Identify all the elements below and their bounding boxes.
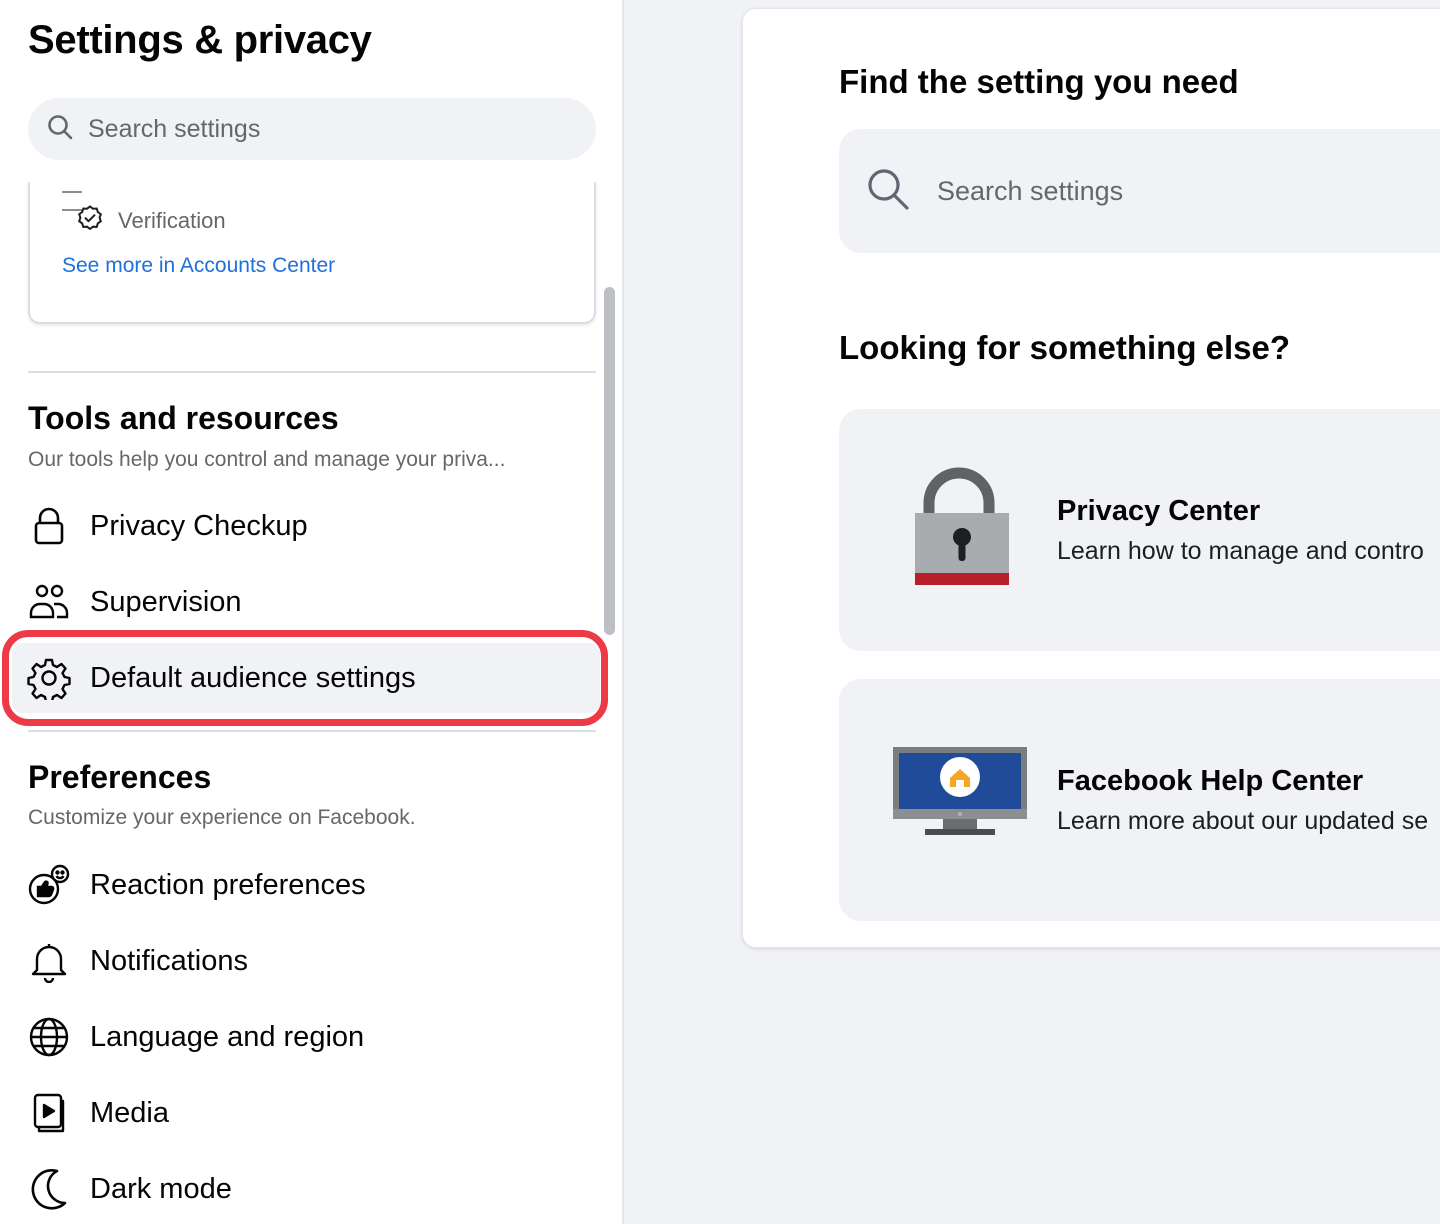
nav-item-default-audience-settings[interactable]: Default audience settings: [12, 643, 600, 713]
accounts-center-card: Verification See more in Accounts Center: [28, 182, 596, 324]
nav-item-dark-mode[interactable]: Dark mode: [12, 1154, 600, 1224]
settings-sidebar: Settings & privacy Search settings Verif…: [0, 0, 624, 1224]
reaction-icon: [26, 862, 72, 908]
section-divider: [28, 730, 596, 732]
nav-label: Reaction preferences: [90, 868, 366, 901]
lock-icon: [26, 503, 72, 549]
nav-label: Supervision: [90, 585, 242, 618]
verification-item[interactable]: Verification: [62, 204, 226, 238]
nav-item-supervision[interactable]: Supervision: [12, 567, 600, 637]
sidebar-search-input[interactable]: Search settings: [28, 98, 596, 160]
help-center-card[interactable]: Facebook Help Center Learn more about ou…: [839, 679, 1440, 921]
monitor-home-illustration-icon: [891, 745, 1029, 844]
preferences-subtitle: Customize your experience on Facebook.: [28, 806, 416, 829]
verified-badge-icon: [76, 204, 104, 238]
nav-label: Notifications: [90, 944, 248, 977]
bell-icon: [26, 938, 72, 984]
search-placeholder: Search settings: [937, 175, 1124, 206]
main-search-input[interactable]: Search settings: [839, 129, 1440, 253]
search-icon: [865, 166, 911, 217]
tools-subtitle: Our tools help you control and manage yo…: [28, 448, 506, 471]
see-more-accounts-center-link[interactable]: See more in Accounts Center: [62, 254, 335, 278]
people-icon: [26, 579, 72, 625]
nav-item-reaction-preferences[interactable]: Reaction preferences: [12, 850, 600, 920]
nav-item-media[interactable]: Media: [12, 1078, 600, 1148]
privacy-center-card[interactable]: Privacy Center Learn how to manage and c…: [839, 409, 1440, 651]
nav-item-notifications[interactable]: Notifications: [12, 926, 600, 996]
find-setting-heading: Find the setting you need: [839, 63, 1239, 100]
gear-icon: [26, 655, 72, 701]
nav-item-privacy-checkup[interactable]: Privacy Checkup: [12, 491, 600, 561]
nav-label: Dark mode: [90, 1172, 232, 1205]
resource-description: Learn how to manage and contro: [1057, 537, 1424, 565]
media-icon: [26, 1090, 72, 1136]
search-icon: [46, 113, 74, 146]
padlock-illustration-icon: [909, 467, 1009, 594]
tools-heading: Tools and resources: [28, 400, 339, 436]
resource-description: Learn more about our updated se: [1057, 807, 1429, 835]
nav-label: Privacy Checkup: [90, 509, 308, 542]
sidebar-scrollbar[interactable]: [604, 287, 615, 635]
section-divider: [28, 371, 596, 373]
resource-title: Facebook Help Center: [1057, 765, 1364, 797]
preferences-heading: Preferences: [28, 759, 212, 795]
nav-label: Default audience settings: [90, 661, 416, 694]
nav-item-language-region[interactable]: Language and region: [12, 1002, 600, 1072]
page-title: Settings & privacy: [28, 18, 372, 62]
verification-label: Verification: [118, 208, 226, 233]
globe-icon: [26, 1014, 72, 1060]
nav-label: Media: [90, 1096, 169, 1129]
nav-label: Language and region: [90, 1020, 365, 1053]
moon-icon: [26, 1166, 72, 1212]
settings-main-card: Find the setting you need Search setting…: [742, 8, 1440, 948]
resource-title: Privacy Center: [1057, 495, 1261, 527]
search-placeholder: Search settings: [88, 114, 261, 143]
looking-else-heading: Looking for something else?: [839, 329, 1291, 366]
clipped-row: [62, 180, 122, 211]
